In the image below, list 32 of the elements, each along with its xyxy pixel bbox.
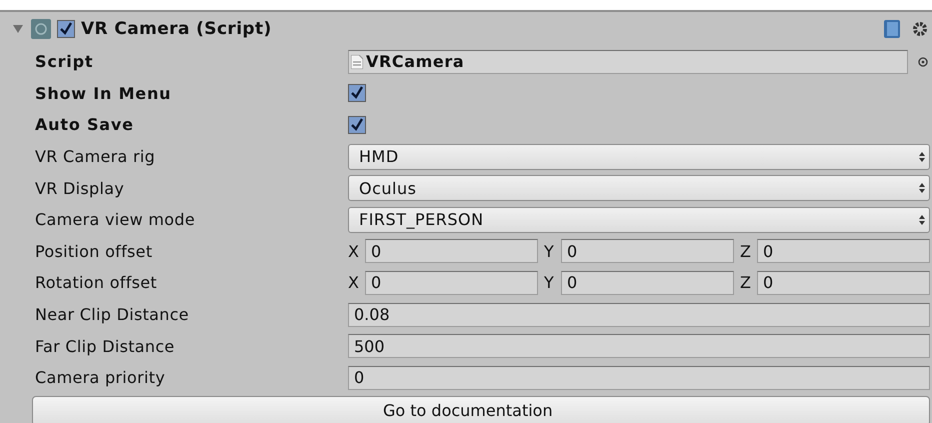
axis-label: Z [740,242,752,261]
property-label: VR Camera rig [34,147,156,166]
property-label: Rotation offset [34,273,158,292]
number-field[interactable]: 0 [561,239,734,264]
number-field[interactable]: 0.08 [348,302,930,327]
documentation-button[interactable]: Go to documentation [32,396,930,423]
axis-label: X [348,242,360,261]
object-field[interactable]: VRCamera [348,50,908,74]
property-label: Auto Save [34,115,135,134]
number-field[interactable]: 500 [348,334,930,358]
number-field[interactable]: 0 [757,239,930,264]
number-field[interactable]: 0 [561,270,734,295]
component-title: VR Camera (Script) [81,19,272,39]
number-field[interactable]: 0 [365,270,538,295]
property-label: Position offset [34,242,154,261]
axis-label: Y [544,273,555,292]
property-label: Show In Menu [34,84,172,103]
axis-label: Y [544,242,555,261]
dropdown[interactable]: Oculus [348,175,930,202]
property-label: Camera view mode [34,210,196,230]
property-label: Camera priority [34,368,166,388]
property-label: Near Clip Distance [34,305,190,324]
property-label: VR Display [34,178,126,198]
axis-label: X [348,273,360,292]
dropdown[interactable]: HMD [348,144,930,170]
number-field[interactable]: 0 [348,366,930,390]
dropdown[interactable]: FIRST_PERSON [348,206,930,233]
axis-label: Z [740,273,752,292]
property-label: Far Clip Distance [34,336,176,356]
number-field[interactable]: 0 [365,239,538,264]
number-field[interactable]: 0 [757,270,930,295]
property-label: Script [34,52,94,72]
